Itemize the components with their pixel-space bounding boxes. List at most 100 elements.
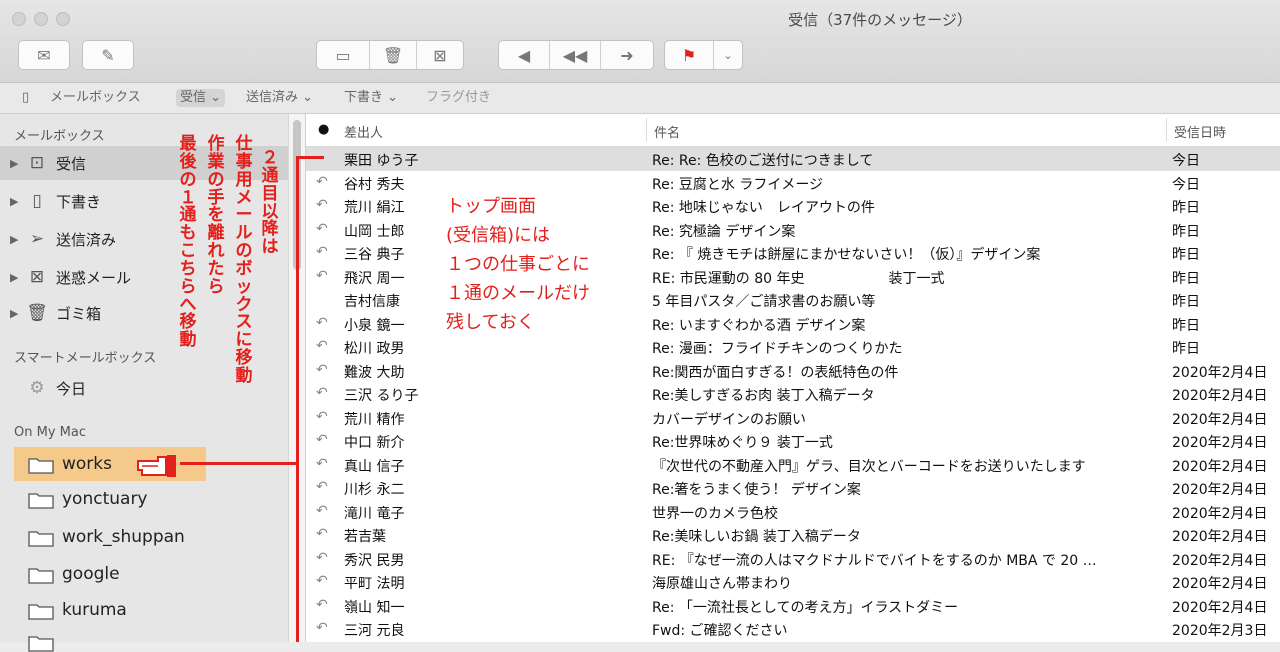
- trash-icon: 🗑: [382, 45, 404, 65]
- close-window-button[interactable]: [12, 12, 26, 26]
- row-date: 2020年2月4日: [1172, 529, 1268, 545]
- table-row[interactable]: ↶ 難波 大助 Re:関西が面白すぎる！の表紙特色の件 2020年2月4日: [306, 359, 1280, 383]
- row-subject: Re: 究極論 デザイン案: [652, 223, 796, 240]
- archive-button[interactable]: ▭: [317, 41, 370, 69]
- row-subject: Re: 地味じゃない レイアウトの件: [652, 200, 875, 216]
- table-row[interactable]: ↶ 滝川 竜子 世界一のカメラ色校 2020年2月4日: [306, 500, 1280, 524]
- replied-icon: ↶: [316, 479, 328, 495]
- annotation-connector: [180, 462, 298, 465]
- row-sender: 若吉葉: [344, 529, 386, 545]
- replied-icon: ↶: [316, 596, 328, 613]
- disclosure-triangle-icon[interactable]: ▶: [10, 157, 26, 170]
- row-subject: 世界一のカメラ色校: [652, 505, 778, 522]
- trash-button[interactable]: 🗑: [370, 41, 417, 69]
- compose-button[interactable]: ✎: [82, 40, 134, 70]
- replied-icon: ↶: [316, 220, 328, 237]
- disclosure-triangle-icon[interactable]: ▶: [10, 307, 26, 320]
- zoom-window-button[interactable]: [56, 12, 70, 26]
- on-my-mac-header: On My Mac: [14, 425, 86, 440]
- folder-icon: [28, 529, 54, 547]
- disclosure-triangle-icon[interactable]: ▶: [10, 233, 26, 246]
- favorite-flagged[interactable]: フラグ付き: [426, 89, 491, 107]
- replied-icon: ↶: [316, 197, 328, 213]
- column-sender[interactable]: 差出人: [344, 122, 383, 141]
- column-subject[interactable]: 件名: [654, 122, 680, 141]
- row-subject: Re: 『 焼きモチは餅屋にまかせないさい！（仮）』デザイン案: [652, 247, 1041, 263]
- row-subject: Re: Re: 色校のご送付につきまして: [652, 153, 874, 169]
- table-row[interactable]: ↶ 秀沢 民男 RE: 『なぜ一流の人はマクドナルドでバイトをするのか MBA で …: [306, 547, 1280, 571]
- annotation-text: 作業の手を離れたら: [207, 134, 225, 297]
- reply-group: ◀ ◀◀ ➜: [498, 40, 654, 70]
- minimize-window-button[interactable]: [34, 12, 48, 26]
- folder-label: yonctuary: [62, 489, 148, 509]
- row-date: 今日: [1172, 153, 1200, 169]
- row-subject: Fwd: ご確認ください: [652, 623, 788, 639]
- column-date[interactable]: 受信日時: [1174, 122, 1226, 141]
- table-row[interactable]: ↶ 若吉葉 Re:美味しいお鍋 装丁入稿データ 2020年2月4日: [306, 523, 1280, 547]
- replied-icon: ↶: [316, 526, 328, 542]
- flag-button[interactable]: ⚑: [665, 41, 714, 69]
- annotation-text: 仕事用メールのボックスに移動: [235, 134, 253, 386]
- reply-all-button[interactable]: ◀◀: [550, 41, 601, 69]
- row-subject: Re:美しすぎるお肉 装丁入稿データ: [652, 388, 875, 404]
- table-row[interactable]: ↶ 荒川 精作 カバーデザインのお願い 2020年2月4日: [306, 406, 1280, 430]
- favorite-sent[interactable]: 送信済み ⌄: [246, 89, 313, 107]
- row-sender: 小泉 鏡一: [344, 317, 405, 334]
- annotation-text: 最後の１通もこちらへ移動: [179, 134, 197, 351]
- table-row[interactable]: ↶ 真山 信子 『次世代の不動産入門』ゲラ、目次とバーコードをお送りいたします 202…: [306, 453, 1280, 477]
- row-subject: Re:美味しいお鍋 装丁入稿データ: [652, 529, 861, 545]
- annotation-note: トップ画面 (受信箱)には １つの仕事ごとに １通のメールだけ 残しておく: [446, 196, 590, 333]
- row-date: 昨日: [1172, 270, 1200, 287]
- forward-button[interactable]: ➜: [601, 41, 653, 69]
- folder-label: works: [62, 454, 112, 474]
- table-row[interactable]: ↶ 谷村 秀夫 Re: 豆腐と水 ラフイメージ 今日: [306, 171, 1280, 195]
- table-row[interactable]: ↶ 三河 元良 Fwd: ご確認ください 2020年2月3日: [306, 617, 1280, 641]
- junk-button[interactable]: ⊠: [417, 41, 463, 69]
- annotation-connector: [296, 156, 324, 159]
- pointing-hand-icon: [136, 453, 180, 483]
- row-date: 昨日: [1172, 247, 1200, 263]
- sent-icon: ➢: [29, 229, 45, 249]
- row-sender: 荒川 精作: [344, 411, 405, 428]
- table-row[interactable]: ↶ 平町 法明 海原雄山さん帯まわり 2020年2月4日: [306, 570, 1280, 594]
- row-date: 2020年2月3日: [1172, 623, 1268, 639]
- favorite-inbox[interactable]: 受信 ⌄: [176, 89, 226, 107]
- favorite-mailboxes[interactable]: メールボックス: [50, 89, 141, 107]
- table-row[interactable]: ↶ 嶺山 知一 Re: 「一流社長としての考え方」イラストダミー 2020年2月4日: [306, 594, 1280, 618]
- get-mail-button[interactable]: ✉: [18, 40, 70, 70]
- table-row[interactable]: ↶ 三沢 るり子 Re:美しすぎるお肉 装丁入稿データ 2020年2月4日: [306, 382, 1280, 406]
- table-row[interactable]: ↶ 松川 政男 Re: 漫画：フライドチキンのつくりかた 昨日: [306, 335, 1280, 359]
- folder-label: kuruma: [62, 600, 127, 620]
- row-date: 昨日: [1172, 341, 1200, 357]
- row-sender: 難波 大助: [344, 364, 405, 381]
- row-date: 2020年2月4日: [1172, 505, 1268, 522]
- folder-icon: [28, 456, 54, 474]
- flag-menu-button[interactable]: ⌄: [714, 41, 742, 69]
- disclosure-triangle-icon[interactable]: ▶: [10, 195, 26, 208]
- row-date: 昨日: [1172, 317, 1200, 334]
- table-row[interactable]: ↶ 川杉 永二 Re:箸をうまく使う！ デザイン案 2020年2月4日: [306, 476, 1280, 500]
- replied-icon: ↶: [316, 244, 328, 260]
- replied-icon: ↶: [316, 361, 328, 378]
- row-subject: RE: 市民運動の 80 年史 装丁一式: [652, 270, 945, 287]
- row-sender: 三谷 典子: [344, 247, 405, 263]
- table-row[interactable]: ↶ 中口 新介 Re:世界味めぐり９ 装丁一式 2020年2月4日: [306, 429, 1280, 453]
- row-sender: 滝川 竜子: [344, 505, 405, 522]
- sidebar-item-label: 送信済み: [56, 230, 117, 249]
- flag-icon: ⚑: [681, 45, 697, 65]
- junk-icon: ⊠: [29, 267, 45, 287]
- favorite-drafts[interactable]: 下書き ⌄: [344, 89, 398, 107]
- row-date: 今日: [1172, 176, 1200, 193]
- delete-group: ▭ 🗑 ⊠: [316, 40, 464, 70]
- row-sender: 山岡 士郎: [344, 223, 405, 240]
- unread-column-icon[interactable]: ●: [318, 122, 329, 137]
- table-row[interactable]: 栗田 ゆう子 Re: Re: 色校のご送付につきまして 今日: [306, 147, 1280, 171]
- row-sender: 嶺山 知一: [344, 599, 405, 616]
- disclosure-triangle-icon[interactable]: ▶: [10, 271, 26, 284]
- sidebar-toggle-icon[interactable]: ▯: [22, 89, 29, 107]
- reply-button[interactable]: ◀: [499, 41, 550, 69]
- gear-icon: ⚙: [29, 378, 45, 398]
- folder-icon: [28, 602, 54, 620]
- row-sender: 飛沢 周一: [344, 270, 405, 287]
- drafts-icon: ▯: [32, 191, 42, 211]
